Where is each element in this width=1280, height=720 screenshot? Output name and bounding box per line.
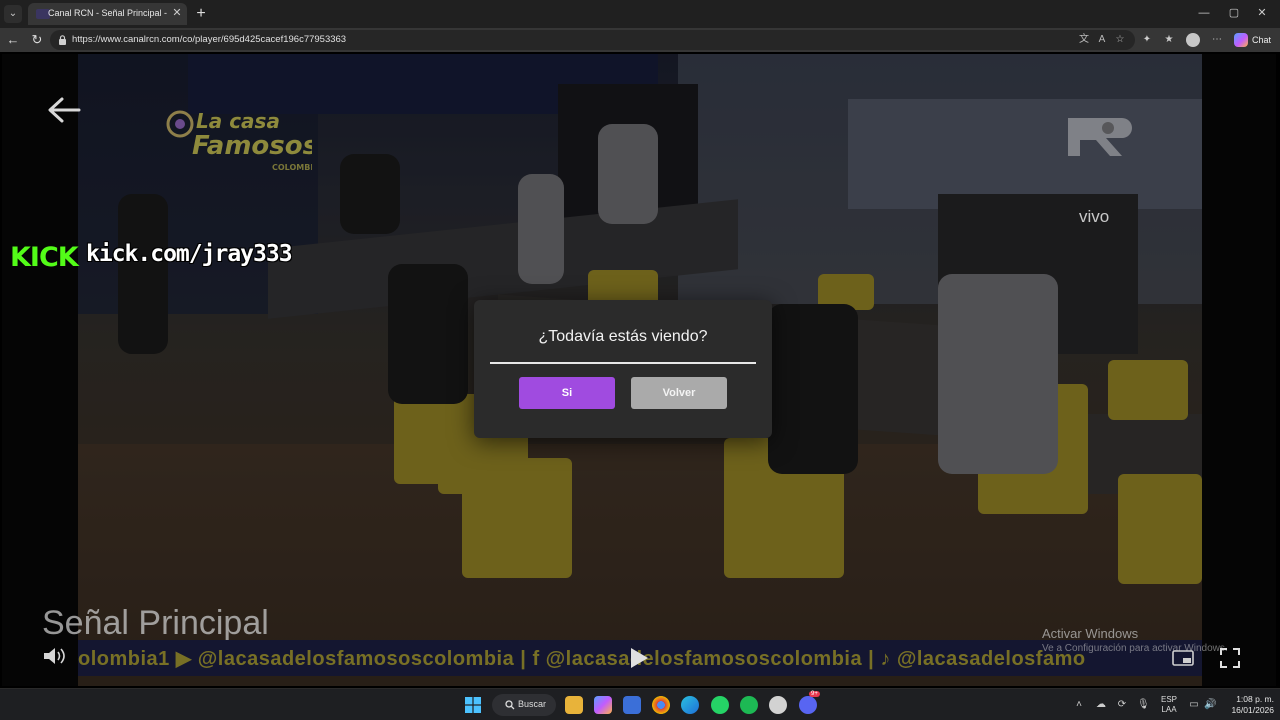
svg-text:La casa: La casa bbox=[196, 109, 280, 133]
minimize-icon[interactable]: — bbox=[1194, 4, 1214, 22]
windows-taskbar: Buscar 9+ ˄ ☁ ⟳ 🎙 ESP LAA ▭ 🔊 1:08 p. m.… bbox=[0, 688, 1280, 720]
activate-windows-title: Activar Windows bbox=[1042, 626, 1139, 641]
steam-icon[interactable] bbox=[769, 696, 787, 714]
volume-icon[interactable] bbox=[42, 646, 68, 666]
new-tab-icon[interactable]: + bbox=[192, 5, 210, 23]
extensions-icon[interactable]: ✦ bbox=[1140, 33, 1154, 47]
maximize-icon[interactable]: ▢ bbox=[1224, 4, 1244, 22]
file-explorer-icon[interactable] bbox=[565, 696, 583, 714]
rcn-logo bbox=[1068, 118, 1132, 156]
read-aloud-icon[interactable]: A bbox=[1095, 33, 1109, 47]
back-icon[interactable]: ← bbox=[4, 31, 22, 49]
address-bar[interactable]: https://www.canalrcn.com/co/player/695d4… bbox=[50, 30, 1135, 50]
page-viewport: La casa Famosos COLOMBIA vivo KICK kick.… bbox=[0, 52, 1280, 688]
favorites-icon[interactable]: ★ bbox=[1162, 33, 1176, 47]
copilot-icon bbox=[1234, 33, 1248, 47]
discord-notification-badge: 9+ bbox=[809, 691, 820, 697]
play-icon[interactable] bbox=[628, 646, 650, 670]
show-hidden-icons-icon[interactable]: ˄ bbox=[1073, 699, 1085, 711]
close-window-icon[interactable]: ✕ bbox=[1252, 4, 1272, 22]
tab-actions-menu-icon[interactable]: ⌄ bbox=[4, 5, 22, 23]
kick-logo: KICK bbox=[10, 242, 81, 269]
store-icon[interactable] bbox=[623, 696, 641, 714]
confirm-button[interactable]: Si bbox=[519, 377, 615, 409]
speaker-icon[interactable]: 🔊 bbox=[1204, 699, 1216, 711]
show-logo: La casa Famosos COLOMBIA bbox=[166, 109, 312, 172]
channel-title: Señal Principal bbox=[42, 604, 269, 642]
back-button[interactable]: Volver bbox=[631, 377, 727, 409]
clock-time: 1:08 p. m. bbox=[1236, 694, 1274, 704]
system-clock[interactable]: 1:08 p. m. 16/01/2026 bbox=[1222, 694, 1278, 716]
copilot-chat-button[interactable]: Chat bbox=[1230, 31, 1276, 49]
keyboard-layout: LAA bbox=[1161, 705, 1177, 714]
search-label: Buscar bbox=[518, 699, 547, 709]
browser-tab[interactable]: Canal RCN - Señal Principal - mart ✕ bbox=[28, 3, 187, 25]
language-indicator[interactable]: ESP LAA bbox=[1159, 695, 1179, 715]
discord-icon[interactable]: 9+ bbox=[799, 691, 820, 714]
site-info-icon[interactable] bbox=[58, 35, 67, 45]
more-options-icon[interactable]: ⋯ bbox=[1210, 33, 1224, 47]
display-icon[interactable]: ▭ bbox=[1188, 699, 1200, 711]
favorite-icon[interactable]: ☆ bbox=[1113, 33, 1127, 47]
clock-date: 16/01/2026 bbox=[1231, 705, 1274, 715]
dialog-divider bbox=[490, 362, 756, 364]
live-badge: vivo bbox=[1079, 207, 1110, 226]
browser-tab-bar: ⌄ Canal RCN - Señal Principal - mart ✕ +… bbox=[0, 0, 1280, 28]
svg-text:KICK: KICK bbox=[10, 242, 80, 269]
url-text[interactable]: https://www.canalrcn.com/co/player/695d4… bbox=[72, 34, 346, 45]
refresh-icon[interactable]: ↻ bbox=[28, 31, 46, 49]
microphone-icon[interactable]: 🎙 bbox=[1137, 699, 1150, 711]
copilot-app-icon[interactable] bbox=[594, 696, 612, 714]
tab-title: Canal RCN - Señal Principal - mart bbox=[48, 8, 168, 18]
spotify-icon[interactable] bbox=[740, 696, 758, 714]
language-code: ESP bbox=[1160, 695, 1177, 704]
translate-icon[interactable]: 文 bbox=[1077, 33, 1091, 47]
chrome-icon[interactable] bbox=[652, 696, 670, 714]
dialog-title: ¿Todavía estás viendo? bbox=[538, 328, 708, 345]
profile-avatar[interactable] bbox=[1186, 33, 1200, 47]
sync-icon[interactable]: ⟳ bbox=[1116, 699, 1128, 711]
still-watching-dialog: ¿Todavía estás viendo? Si Volver bbox=[474, 300, 772, 438]
edge-icon[interactable] bbox=[681, 696, 699, 714]
kick-url-text: kick.com/jray333 bbox=[86, 241, 293, 267]
chat-label: Chat bbox=[1252, 35, 1272, 45]
activate-windows-subtitle: Ve a Configuración para activar Windows. bbox=[1042, 643, 1228, 654]
video-player[interactable]: La casa Famosos COLOMBIA vivo KICK kick.… bbox=[2, 54, 1276, 686]
network-off-icon[interactable]: ☁ bbox=[1095, 699, 1107, 711]
search-icon bbox=[505, 700, 515, 710]
browser-toolbar: ← ↻ https://www.canalrcn.com/co/player/6… bbox=[0, 28, 1280, 52]
back-arrow-icon[interactable] bbox=[46, 96, 82, 124]
svg-text:COLOMBIA: COLOMBIA bbox=[272, 163, 312, 172]
taskbar-search[interactable]: Buscar bbox=[492, 694, 556, 716]
tab-close-icon[interactable]: ✕ bbox=[171, 7, 183, 19]
svg-text:Famosos: Famosos bbox=[192, 131, 312, 161]
windows-start-icon[interactable] bbox=[465, 697, 481, 713]
whatsapp-icon[interactable] bbox=[711, 696, 729, 714]
